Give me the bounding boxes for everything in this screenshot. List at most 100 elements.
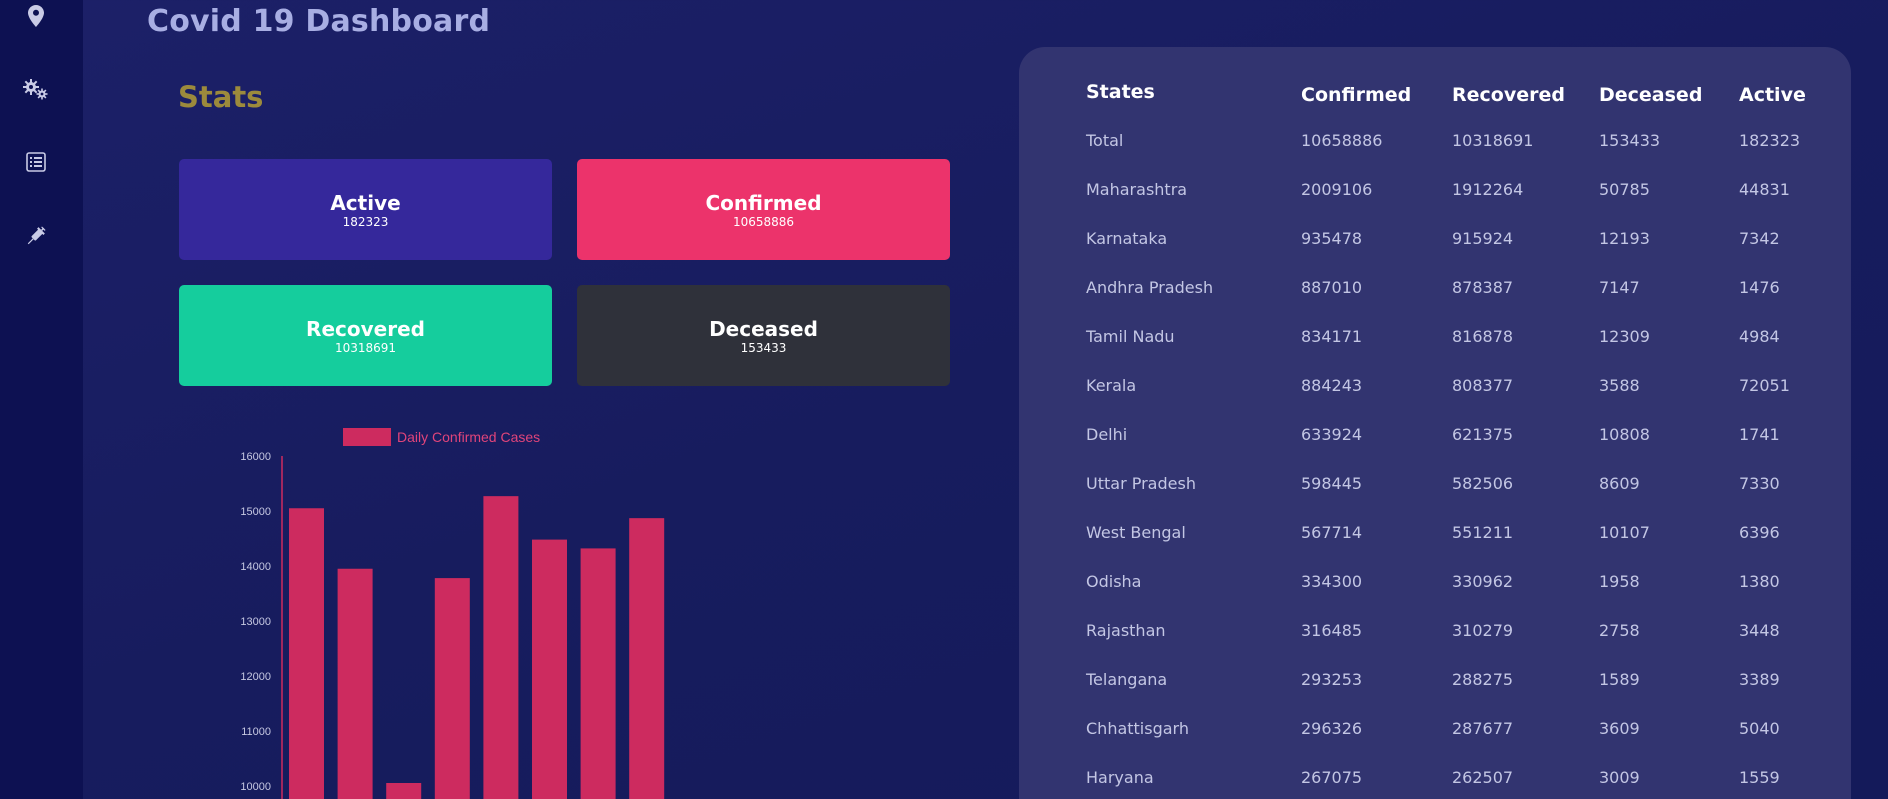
table-row[interactable]: Chhattisgarh 296326 287677 3609 5040 xyxy=(1019,719,1851,768)
table-row[interactable]: Rajasthan 316485 310279 2758 3448 xyxy=(1019,621,1851,670)
stats-title: Stats xyxy=(178,80,264,114)
table-row[interactable]: Maharashtra 2009106 1912264 50785 44831 xyxy=(1019,180,1851,229)
legend-label[interactable]: Daily Confirmed Cases xyxy=(397,429,540,445)
value-cell: 3448 xyxy=(1739,621,1780,640)
state-name-cell: Chhattisgarh xyxy=(1086,719,1189,738)
bar[interactable] xyxy=(289,508,324,799)
value-cell: 182323 xyxy=(1739,131,1801,150)
table-row[interactable]: Andhra Pradesh 887010 878387 7147 1476 xyxy=(1019,278,1851,327)
value-cell: 7330 xyxy=(1739,474,1780,493)
value-cell: 296326 xyxy=(1301,719,1363,738)
legend-swatch[interactable] xyxy=(343,428,391,446)
value-cell: 915924 xyxy=(1452,229,1514,248)
value-cell: 262507 xyxy=(1452,768,1514,787)
value-cell: 6396 xyxy=(1739,523,1780,542)
column-header-deceased[interactable]: Deceased xyxy=(1599,84,1702,106)
active-card[interactable]: Active 182323 xyxy=(179,159,552,260)
value-cell: 3588 xyxy=(1599,376,1640,395)
value-cell: 887010 xyxy=(1301,278,1363,297)
confirmed-card[interactable]: Confirmed 10658886 xyxy=(577,159,950,260)
table-row[interactable]: Tamil Nadu 834171 816878 12309 4984 xyxy=(1019,327,1851,376)
y-tick-label: 11000 xyxy=(241,726,271,738)
value-cell: 288275 xyxy=(1452,670,1514,689)
table-row[interactable]: West Bengal 567714 551211 10107 6396 xyxy=(1019,523,1851,572)
column-header-states[interactable]: States xyxy=(1086,81,1155,103)
bar[interactable] xyxy=(483,496,519,799)
state-name-cell: Uttar Pradesh xyxy=(1086,474,1196,493)
column-header-recovered[interactable]: Recovered xyxy=(1452,84,1565,106)
states-table: States Confirmed Recovered Deceased Active To… xyxy=(1019,47,1851,799)
value-cell: 621375 xyxy=(1452,425,1514,444)
table-row[interactable]: Uttar Pradesh 598445 582506 8609 7330 xyxy=(1019,474,1851,523)
state-name-cell: Total xyxy=(1086,131,1124,150)
value-cell: 3009 xyxy=(1599,768,1640,787)
value-cell: 567714 xyxy=(1301,523,1363,542)
y-tick-label: 12000 xyxy=(240,671,271,683)
table-row[interactable]: Kerala 884243 808377 3588 72051 xyxy=(1019,376,1851,425)
value-cell: 7342 xyxy=(1739,229,1780,248)
vaccine-syringe-icon[interactable] xyxy=(22,222,50,250)
list-document-icon[interactable] xyxy=(22,148,50,176)
value-cell: 1476 xyxy=(1739,278,1780,297)
y-tick-label: 10000 xyxy=(240,781,271,793)
bar[interactable] xyxy=(386,783,422,799)
value-cell: 10318691 xyxy=(1452,131,1534,150)
state-name-cell: Andhra Pradesh xyxy=(1086,278,1214,297)
value-cell: 4984 xyxy=(1739,327,1780,346)
state-name-cell: Tamil Nadu xyxy=(1086,327,1175,346)
value-cell: 153433 xyxy=(1599,131,1661,150)
value-cell: 633924 xyxy=(1301,425,1363,444)
state-name-cell: Telangana xyxy=(1086,670,1168,689)
value-cell: 5040 xyxy=(1739,719,1780,738)
bar[interactable] xyxy=(580,548,616,799)
value-cell: 287677 xyxy=(1452,719,1514,738)
table-row[interactable]: Telangana 293253 288275 1589 3389 xyxy=(1019,670,1851,719)
bar[interactable] xyxy=(434,578,470,799)
value-cell: 7147 xyxy=(1599,278,1640,297)
state-name-cell: Delhi xyxy=(1086,425,1128,444)
confirmed-card-label: Confirmed xyxy=(705,190,822,215)
value-cell: 10808 xyxy=(1599,425,1650,444)
map-pin-icon[interactable] xyxy=(22,2,50,30)
table-row[interactable]: Delhi 633924 621375 10808 1741 xyxy=(1019,425,1851,474)
value-cell: 10658886 xyxy=(1301,131,1383,150)
recovered-card-value: 10318691 xyxy=(334,340,397,355)
value-cell: 1958 xyxy=(1599,572,1640,591)
state-name-cell: Karnataka xyxy=(1086,229,1168,248)
value-cell: 267075 xyxy=(1301,768,1363,787)
value-cell: 582506 xyxy=(1452,474,1514,493)
value-cell: 3609 xyxy=(1599,719,1640,738)
value-cell: 2009106 xyxy=(1301,180,1373,199)
value-cell: 44831 xyxy=(1739,180,1790,199)
bar[interactable] xyxy=(337,568,373,799)
y-tick-label: 14000 xyxy=(240,561,271,573)
value-cell: 8609 xyxy=(1599,474,1640,493)
chart-svg: Daily Confirmed Cases 16000 15000 14000 1300… xyxy=(240,428,665,799)
value-cell: 316485 xyxy=(1301,621,1363,640)
value-cell: 935478 xyxy=(1301,229,1363,248)
column-header-confirmed[interactable]: Confirmed xyxy=(1301,84,1411,106)
recovered-card[interactable]: Recovered 10318691 xyxy=(179,285,552,386)
gears-icon[interactable] xyxy=(22,76,50,104)
value-cell: 1912264 xyxy=(1452,180,1524,199)
deceased-card[interactable]: Deceased 153433 xyxy=(577,285,950,386)
table-row[interactable]: Total 10658886 10318691 153433 182323 xyxy=(1019,131,1851,180)
table-row[interactable]: Karnataka 935478 915924 12193 7342 xyxy=(1019,229,1851,278)
value-cell: 808377 xyxy=(1452,376,1514,395)
value-cell: 293253 xyxy=(1301,670,1363,689)
state-name-cell: Haryana xyxy=(1086,768,1154,787)
bar[interactable] xyxy=(532,539,567,799)
y-tick-label: 15000 xyxy=(240,506,271,518)
page-title: Covid 19 Dashboard xyxy=(147,4,491,39)
value-cell: 1589 xyxy=(1599,670,1640,689)
state-name-cell: Maharashtra xyxy=(1086,180,1188,199)
daily-confirmed-chart: Daily Confirmed Cases 16000 15000 14000 1300… xyxy=(179,420,739,799)
table-row[interactable]: Haryana 267075 262507 3009 1559 xyxy=(1019,768,1851,799)
value-cell: 1559 xyxy=(1739,768,1780,787)
bar[interactable] xyxy=(629,518,665,799)
column-header-active[interactable]: Active xyxy=(1739,84,1806,106)
value-cell: 72051 xyxy=(1739,376,1790,395)
y-tick-label: 16000 xyxy=(240,451,271,463)
table-row[interactable]: Odisha 334300 330962 1958 1380 xyxy=(1019,572,1851,621)
value-cell: 551211 xyxy=(1452,523,1514,542)
